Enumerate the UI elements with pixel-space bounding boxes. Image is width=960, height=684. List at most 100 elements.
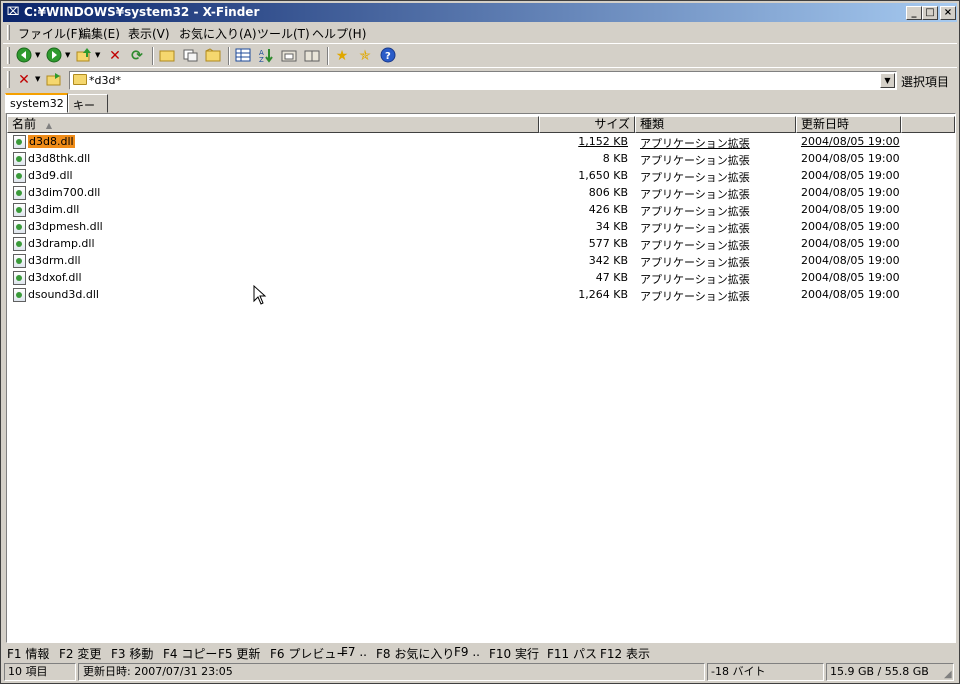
file-date: 2004/08/05 19:00 [801, 203, 900, 216]
file-name[interactable]: d3dim700.dll [28, 186, 100, 199]
menu-grip[interactable] [7, 25, 10, 40]
file-name[interactable]: d3dim.dll [28, 203, 79, 216]
add-favorite-icon[interactable]: ✯ [356, 47, 374, 65]
fkey-f1[interactable]: F1 情報 [7, 645, 49, 662]
file-name[interactable]: d3d8.dll [28, 135, 75, 148]
menu-favorites[interactable]: お気に入り(A) [179, 25, 257, 42]
favorite-star-icon[interactable]: ★ [333, 47, 351, 65]
file-row[interactable]: d3dpmesh.dll 34 KB アプリケーション拡張 2004/08/05 19… [7, 219, 953, 236]
help-icon[interactable]: ? [379, 47, 397, 65]
view-mode-icon[interactable] [234, 47, 252, 65]
fkey-f12[interactable]: F12 表示 [600, 645, 650, 662]
back-dropdown-icon[interactable]: ▼ [35, 51, 40, 59]
menu-help[interactable]: ヘルプ(H) [312, 25, 366, 42]
filter-dropdown-icon[interactable]: ▼ [35, 75, 40, 83]
fkey-f10[interactable]: F10 実行 [489, 645, 539, 662]
delete-icon[interactable]: ✕ [106, 47, 124, 65]
file-type: アプリケーション拡張 [640, 188, 750, 201]
app-icon[interactable]: ⌧ [6, 5, 20, 19]
folder-tree-icon[interactable] [280, 47, 298, 65]
file-name[interactable]: d3d9.dll [28, 169, 73, 182]
file-row[interactable]: d3dim.dll 426 KB アプリケーション拡張 2004/08/05 19:0… [7, 202, 953, 219]
file-name[interactable]: d3dpmesh.dll [28, 220, 103, 233]
dll-file-icon [13, 237, 26, 251]
fkey-f8[interactable]: F8 お気に入り [376, 645, 454, 662]
sort-ascending-icon: ▲ [45, 121, 52, 130]
window-title: C:¥WINDOWS¥system32 - X-Finder [24, 5, 260, 19]
file-list[interactable]: 名前 ▲ サイズ 種類 更新日時 d3d8.dll 1,152 KB アプリケーショ… [6, 113, 956, 643]
address-grip[interactable] [7, 71, 10, 88]
file-size: 1,650 KB [578, 169, 628, 182]
menu-tools[interactable]: ツール(T) [257, 25, 310, 42]
forward-dropdown-icon[interactable]: ▼ [65, 51, 70, 59]
file-name[interactable]: d3dxof.dll [28, 271, 82, 284]
file-row[interactable]: d3d8thk.dll 8 KB アプリケーション拡張 2004/08/05 19:0… [7, 151, 953, 168]
file-date: 2004/08/05 19:00 [801, 135, 900, 148]
dll-file-icon [13, 288, 26, 302]
open-folder-icon[interactable] [158, 47, 176, 65]
status-item-count: 10 項目 [4, 663, 76, 681]
resize-grip-icon[interactable]: ◢ [944, 669, 956, 681]
fkey-f4[interactable]: F4 コピー [163, 645, 217, 662]
address-dropdown-icon[interactable]: ▼ [880, 73, 895, 88]
fkey-f6[interactable]: F6 プレビュー [270, 645, 348, 662]
file-row[interactable]: d3dramp.dll 577 KB アプリケーション拡張 2004/08/05 19… [7, 236, 953, 253]
dll-file-icon [13, 220, 26, 234]
fkey-f5[interactable]: F5 更新 [218, 645, 260, 662]
file-name[interactable]: d3drm.dll [28, 254, 81, 267]
clear-filter-icon[interactable]: ✕ [15, 71, 33, 89]
fkey-f2[interactable]: F2 変更 [59, 645, 101, 662]
file-row[interactable]: dsound3d.dll 1,264 KB アプリケーション拡張 2004/08/05… [7, 287, 953, 304]
file-row[interactable]: d3dxof.dll 47 KB アプリケーション拡張 2004/08/05 19:0… [7, 270, 953, 287]
column-header-size[interactable]: サイズ [539, 116, 635, 133]
file-type: アプリケーション拡張 [640, 205, 750, 218]
column-header-blank[interactable] [901, 116, 955, 133]
tab-key[interactable]: キー [68, 94, 108, 113]
file-type: アプリケーション拡張 [640, 256, 750, 269]
fkey-f11[interactable]: F11 パス [547, 645, 597, 662]
back-icon[interactable] [15, 47, 33, 65]
function-key-bar: F1 情報 F2 変更 F3 移動 F4 コピー F5 更新 F6 プレビュー … [3, 643, 957, 661]
fkey-f9[interactable]: F9 .. [454, 645, 480, 659]
menu-view[interactable]: 表示(V) [128, 25, 170, 42]
address-input[interactable]: *d3d* ▼ [69, 71, 897, 90]
column-header-name[interactable]: 名前 ▲ [7, 116, 539, 133]
file-row[interactable]: d3drm.dll 342 KB アプリケーション拡張 2004/08/05 19:0… [7, 253, 953, 270]
menu-edit[interactable]: 編集(E) [79, 25, 120, 42]
folder-compare-icon[interactable] [303, 47, 321, 65]
maximize-button[interactable]: □ [922, 6, 938, 20]
selected-items-button[interactable]: 選択項目 [901, 73, 949, 90]
file-name[interactable]: d3dramp.dll [28, 237, 95, 250]
file-type: アプリケーション拡張 [640, 171, 750, 184]
toolbar-grip[interactable] [7, 47, 10, 64]
go-folder-icon[interactable] [45, 71, 63, 89]
fkey-f7[interactable]: F7 .. [341, 645, 367, 659]
up-folder-icon[interactable] [75, 47, 93, 65]
column-header-date[interactable]: 更新日時 [796, 116, 901, 133]
tab-system32[interactable]: system32 [5, 93, 68, 113]
minimize-button[interactable]: _ [906, 6, 922, 20]
file-row[interactable]: d3dim700.dll 806 KB アプリケーション拡張 2004/08/05 1… [7, 185, 953, 202]
fkey-f3[interactable]: F3 移動 [111, 645, 153, 662]
file-type: アプリケーション拡張 [640, 239, 750, 252]
file-row[interactable]: d3d8.dll 1,152 KB アプリケーション拡張 2004/08/05 19:… [7, 134, 953, 151]
title-bar[interactable]: ⌧ C:¥WINDOWS¥system32 - X-Finder _ □ × [3, 3, 957, 22]
up-dropdown-icon[interactable]: ▼ [95, 51, 100, 59]
file-row[interactable]: d3d9.dll 1,650 KB アプリケーション拡張 2004/08/05 19:… [7, 168, 953, 185]
refresh-icon[interactable]: ⟳ [128, 47, 146, 65]
dll-file-icon [13, 254, 26, 268]
file-date: 2004/08/05 19:00 [801, 169, 900, 182]
sort-icon[interactable]: AZ [257, 47, 275, 65]
file-size: 8 KB [602, 152, 628, 165]
new-folder-icon[interactable] [204, 47, 222, 65]
file-name[interactable]: d3d8thk.dll [28, 152, 90, 165]
file-size: 34 KB [595, 220, 628, 233]
forward-icon[interactable] [45, 47, 63, 65]
file-date: 2004/08/05 19:00 [801, 186, 900, 199]
file-name[interactable]: dsound3d.dll [28, 288, 99, 301]
copy-folder-icon[interactable] [181, 47, 199, 65]
column-header-type[interactable]: 種類 [635, 116, 796, 133]
menu-file[interactable]: ファイル(F) [18, 25, 82, 42]
close-button[interactable]: × [940, 6, 956, 20]
x-finder-window: ⌧ C:¥WINDOWS¥system32 - X-Finder _ □ × フ… [0, 0, 960, 684]
